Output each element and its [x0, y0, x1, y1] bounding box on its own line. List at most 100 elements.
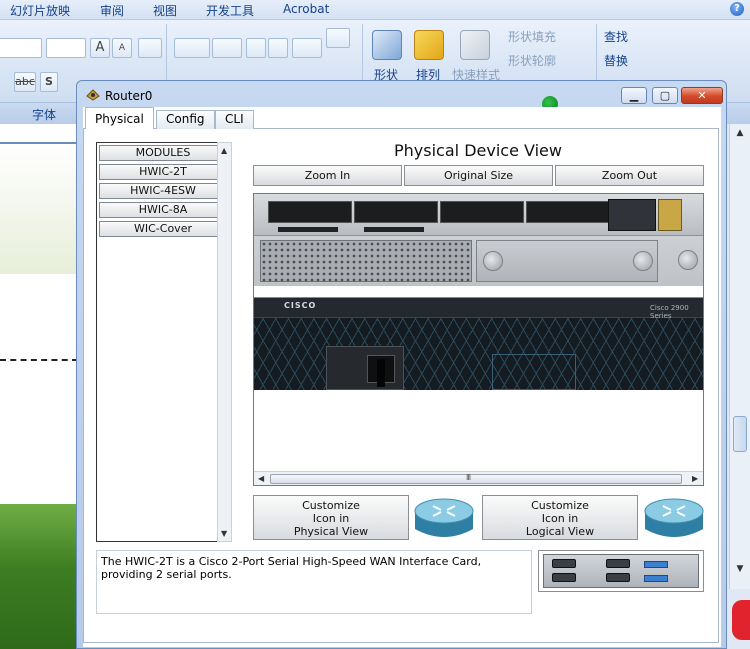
app-vertical-scrollbar[interactable]: ▲ ▼	[729, 124, 750, 589]
menu-bar: 幻灯片放映 审阅 视图 开发工具 Acrobat ?	[0, 0, 750, 20]
router-icon	[414, 498, 474, 537]
customize-physical-line2: Icon in	[312, 512, 350, 525]
menu-developer[interactable]: 开发工具	[206, 2, 254, 19]
menu-slideshow[interactable]: 幻灯片放映	[10, 2, 70, 19]
front-outline	[492, 354, 576, 390]
modules-scrollbar[interactable]: ▲ ▼	[217, 142, 232, 542]
customize-logical-line3: Logical View	[525, 525, 595, 538]
power-switch[interactable]	[377, 359, 385, 387]
power-module[interactable]	[326, 346, 404, 390]
restore-button[interactable]: ▢	[652, 87, 678, 104]
router-window-icon	[86, 89, 100, 101]
shape-outline-label[interactable]: 形状轮廓	[508, 52, 556, 69]
quick-styles-icon[interactable]	[460, 30, 490, 60]
rear-slot-row	[254, 194, 703, 236]
heart-icon	[732, 600, 750, 640]
font-group-label: 字体	[32, 108, 57, 122]
menu-review[interactable]: 审阅	[100, 2, 124, 19]
slot-bar	[364, 227, 424, 232]
close-button[interactable]: ✕	[681, 87, 723, 104]
close-icon: ✕	[697, 89, 707, 102]
slide-dashed-line	[0, 359, 78, 361]
minimize-button[interactable]: ▁	[621, 87, 647, 104]
scroll-up-icon[interactable]: ▲	[734, 128, 746, 140]
zoom-out-button[interactable]: Zoom Out	[555, 165, 704, 186]
indent-decrease-button[interactable]	[246, 38, 266, 58]
serial-label	[644, 575, 668, 582]
module-hwic-8a[interactable]: HWIC-8A	[99, 202, 227, 218]
slide-thumbnail[interactable]	[0, 144, 78, 274]
font-name-box[interactable]	[0, 38, 42, 58]
router-window: Router0 ▁ ▢ ✕ Physical Config CLI MODULE…	[76, 80, 727, 649]
original-size-button[interactable]: Original Size	[404, 165, 553, 186]
menu-acrobat[interactable]: Acrobat	[283, 2, 329, 16]
tab-config[interactable]: Config	[156, 110, 215, 129]
module-hwic-4esw[interactable]: HWIC-4ESW	[99, 183, 227, 199]
scroll-right-icon[interactable]: ▶	[692, 474, 698, 483]
front-hex-grille	[254, 318, 703, 390]
panel-gap	[254, 286, 703, 298]
shadow-button[interactable]: S	[40, 72, 58, 92]
module-header[interactable]: MODULES	[99, 145, 227, 161]
module-hwic-2t[interactable]: HWIC-2T	[99, 164, 227, 180]
device-view-hscrollbar[interactable]: ◀ III ▶	[254, 471, 703, 485]
serial-port	[552, 573, 576, 582]
font-size-box[interactable]	[46, 38, 86, 58]
tab-cli[interactable]: CLI	[215, 110, 254, 129]
shapes-icon[interactable]	[372, 30, 402, 60]
hwic-slot-3[interactable]	[526, 201, 610, 223]
help-icon[interactable]: ?	[730, 2, 744, 16]
tab-physical[interactable]: Physical	[85, 107, 154, 129]
device-image-view[interactable]: CISCO Cisco 2900 Series ◀ III ▶	[253, 193, 704, 486]
font-shrink-button[interactable]: A	[112, 38, 132, 58]
customize-logical-line2: Icon in	[541, 512, 579, 525]
slide-pane	[0, 124, 78, 649]
router-rear-panel	[254, 194, 703, 286]
modules-list[interactable]: MODULES HWIC-2T HWIC-4ESW HWIC-8A WIC-Co…	[96, 142, 229, 542]
font-grow-button[interactable]: A	[90, 38, 110, 58]
router-front-panel: CISCO Cisco 2900 Series	[254, 298, 703, 390]
replace-button[interactable]: 替换	[604, 52, 628, 69]
scroll-grip: III	[466, 473, 471, 482]
indent-increase-button[interactable]	[268, 38, 288, 58]
router-icon	[644, 498, 704, 537]
customize-logical-button[interactable]: Customize Icon in Logical View	[482, 495, 638, 540]
window-titlebar[interactable]: Router0 ▁ ▢ ✕	[77, 81, 726, 112]
serial-port	[606, 559, 630, 568]
slide-green-area	[0, 504, 78, 649]
scroll-left-icon[interactable]: ◀	[258, 474, 264, 483]
module-description: The HWIC-2T is a Cisco 2-Port Serial Hig…	[96, 550, 532, 614]
customize-physical-line3: Physical View	[293, 525, 369, 538]
screw-icon	[483, 251, 503, 271]
line-spacing-button[interactable]	[292, 38, 322, 58]
hwic-slot-1[interactable]	[354, 201, 438, 223]
serial-port	[552, 559, 576, 568]
screw-icon	[678, 250, 698, 270]
scroll-down-icon[interactable]: ▼	[221, 529, 227, 538]
arrange-icon[interactable]	[414, 30, 444, 60]
customize-physical-button[interactable]: Customize Icon in Physical View	[253, 495, 409, 540]
menu-view[interactable]: 视图	[153, 2, 177, 19]
module-wic-cover[interactable]: WIC-Cover	[99, 221, 227, 237]
serial-label	[644, 561, 668, 568]
strike-button[interactable]: abc	[14, 72, 36, 92]
console-ports[interactable]	[658, 199, 682, 231]
customize-physical-line1: Customize	[302, 499, 360, 512]
front-top-bar: CISCO Cisco 2900 Series	[254, 298, 703, 320]
numbering-button[interactable]	[212, 38, 242, 58]
scroll-down-icon[interactable]: ▼	[734, 564, 746, 576]
hwic-2t-card	[543, 554, 699, 588]
hwic-slot-0[interactable]	[268, 201, 352, 223]
hwic-slot-2[interactable]	[440, 201, 524, 223]
scroll-thumb[interactable]	[733, 416, 747, 452]
rear-plate	[476, 240, 658, 282]
shape-fill-label[interactable]: 形状填充	[508, 28, 556, 45]
ethernet-ports[interactable]	[608, 199, 656, 231]
scroll-up-icon[interactable]: ▲	[221, 146, 227, 155]
clear-format-button[interactable]	[138, 38, 162, 58]
find-button[interactable]: 查找	[604, 28, 628, 45]
hscroll-thumb[interactable]	[270, 474, 682, 484]
bullets-button[interactable]	[174, 38, 210, 58]
text-direction-button[interactable]	[326, 28, 350, 48]
zoom-in-button[interactable]: Zoom In	[253, 165, 402, 186]
